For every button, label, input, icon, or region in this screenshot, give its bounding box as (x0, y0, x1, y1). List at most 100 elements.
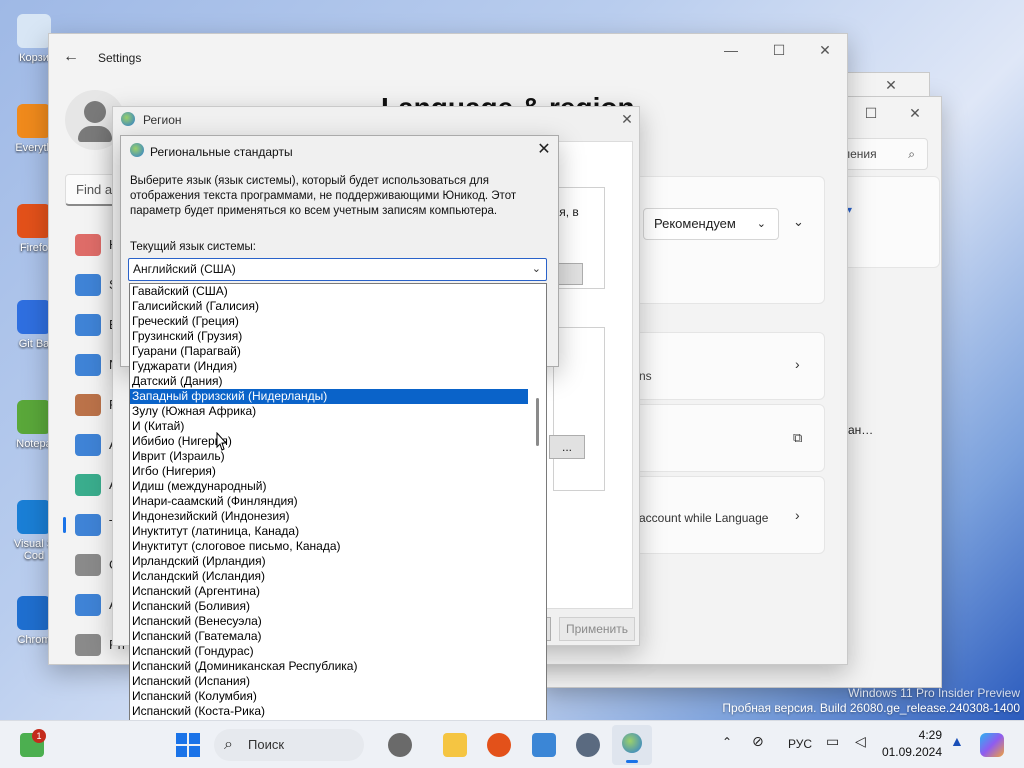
language-option[interactable]: Западный фризский (Нидерланды) (130, 389, 528, 404)
apply-label: Применить (565, 622, 628, 636)
region-app-icon[interactable] (612, 725, 652, 765)
nav-accounts-icon[interactable] (75, 474, 101, 496)
language-option[interactable]: Идиш (международный) (130, 479, 528, 494)
language-option[interactable]: Испанский (Испания) (130, 674, 528, 689)
expand-chevron-icon[interactable]: ⌄ (793, 214, 804, 230)
settings-gear-icon[interactable] (576, 733, 600, 757)
watermark-line1: Windows 11 Pro Insider Preview (848, 686, 1020, 700)
language-option[interactable]: Гуарани (Парагвай) (130, 344, 528, 359)
language-option[interactable]: Испанский (Доминиканская Республика) (130, 659, 528, 674)
nav-network-icon[interactable] (75, 354, 101, 376)
language-option[interactable]: Индонезийский (Индонезия) (130, 509, 528, 524)
language-option[interactable]: Зулу (Южная Африка) (130, 404, 528, 419)
gorilla-widget-icon[interactable] (388, 733, 412, 757)
clock-time: 4:29 (918, 728, 942, 742)
nav-gaming-icon[interactable] (75, 554, 101, 576)
watermark: Windows 11 Pro Insider Preview Пробная в… (722, 686, 1020, 716)
notification-bell-icon[interactable]: ▲ (950, 733, 964, 749)
globe-icon (121, 112, 135, 126)
language-option[interactable]: Испанский (Венесуэла) (130, 614, 528, 629)
language-option[interactable]: Гуджарати (Индия) (130, 359, 528, 374)
taskbar: 1 ⌕ Поиск ⌃ ⊘ РУС ▭ ◁ 4:29 01.09.2024 ▲ (0, 720, 1024, 768)
current-language-label: Текущий язык системы: (130, 241, 257, 253)
search-icon: ⌕ (908, 147, 915, 161)
language-listbox[interactable]: Гавайский (США) Галисийский (Галисия) Греч… (129, 283, 547, 733)
language-option[interactable]: Испанский (Гондурас) (130, 644, 528, 659)
globe-icon (130, 143, 144, 157)
system-language-select[interactable]: Английский (США) ⌄ (128, 258, 547, 281)
maximize-icon[interactable]: ☐ (859, 103, 883, 123)
language-option[interactable]: Испанский (Коста-Рика) (130, 704, 528, 719)
vscode-icon (17, 500, 51, 534)
recommended-dropdown[interactable]: Рекомендуем ⌄ (643, 208, 779, 240)
region-group-2 (553, 327, 605, 491)
minimize-icon[interactable]: — (719, 40, 743, 60)
language-option[interactable]: И (Китай) (130, 419, 528, 434)
scrollbar-thumb[interactable] (536, 398, 539, 446)
language-option[interactable]: Иврит (Израиль) (130, 449, 528, 464)
language-option[interactable]: Греческий (Греция) (130, 314, 528, 329)
language-option[interactable]: Ибибио (Нигерия) (130, 434, 528, 449)
language-option[interactable]: Испанский (Боливия) (130, 599, 528, 614)
nav-bluetooth-icon[interactable] (75, 314, 101, 336)
firefox-icon (17, 204, 51, 238)
close-icon[interactable]: ✕ (879, 75, 903, 95)
speaker-icon[interactable]: ◁ (855, 733, 866, 750)
close-icon[interactable]: ✕ (615, 109, 639, 129)
recycle-bin-icon (17, 14, 51, 48)
language-option[interactable]: Грузинский (Грузия) (130, 329, 528, 344)
recommended-label: Рекомендуем (654, 216, 736, 231)
language-option[interactable]: Испанский (Колумбия) (130, 689, 528, 704)
clock[interactable]: 4:29 01.09.2024 (876, 727, 942, 761)
taskbar-search-label: Поиск (248, 737, 285, 752)
language-indicator[interactable]: РУС (788, 737, 812, 751)
nav-apps-icon[interactable] (75, 434, 101, 456)
watermark-line2: Пробная версия. Build 26080.ge_release.2… (722, 701, 1020, 715)
language-option[interactable]: Инуктитут (латиница, Канада) (130, 524, 528, 539)
nav-personalization-icon[interactable] (75, 394, 101, 416)
language-option[interactable]: Инари-саамский (Финляндия) (130, 494, 528, 509)
nav-privacy-icon[interactable] (75, 634, 101, 656)
back-arrow-icon[interactable]: ← (63, 48, 79, 66)
chrome-icon (17, 596, 51, 630)
firefox-icon[interactable] (487, 733, 511, 757)
close-icon[interactable]: ✕ (532, 140, 556, 160)
apply-button[interactable]: Применить (559, 617, 635, 641)
chevron-right-icon: › (795, 507, 800, 523)
network-off-icon[interactable]: ⊘ (752, 733, 764, 750)
taskbar-search[interactable]: ⌕ Поиск (214, 729, 364, 761)
everything-search-icon (17, 104, 51, 138)
chevron-down-icon: ⌄ (531, 263, 541, 275)
control-panel-icon[interactable] (532, 733, 556, 757)
row-card-3-text: account while Language (639, 511, 769, 525)
nav-time-language-icon[interactable] (75, 514, 101, 536)
chevron-up-icon[interactable]: ⌃ (722, 735, 732, 749)
language-option[interactable]: Игбо (Нигерия) (130, 464, 528, 479)
start-button[interactable] (176, 733, 200, 757)
close-icon[interactable]: ✕ (903, 103, 927, 123)
language-option[interactable]: Ирландский (Ирландия) (130, 554, 528, 569)
row-card-1[interactable] (609, 332, 825, 400)
language-option[interactable]: Галисийский (Галисия) (130, 299, 528, 314)
maximize-icon[interactable]: ☐ (767, 40, 791, 60)
row-card-1-text: ns (639, 369, 652, 383)
language-option[interactable]: Испанский (Аргентина) (130, 584, 528, 599)
copilot-icon[interactable] (980, 733, 1004, 757)
language-option[interactable]: Испанский (Гватемала) (130, 629, 528, 644)
language-option[interactable]: Гавайский (США) (130, 284, 528, 299)
file-explorer-icon[interactable] (443, 733, 467, 757)
nav-accessibility-icon[interactable] (75, 594, 101, 616)
nav-home-icon[interactable] (75, 234, 101, 256)
region-small-button[interactable] (557, 263, 583, 285)
display-icon[interactable]: ▭ (826, 733, 839, 750)
chevron-down-icon: ⌄ (756, 218, 766, 230)
nav-system-icon[interactable] (75, 274, 101, 296)
region-dots-button[interactable]: ... (549, 435, 585, 459)
language-option[interactable]: Инуктитут (слоговое письмо, Канада) (130, 539, 528, 554)
settings-title: Settings (98, 51, 142, 65)
close-icon[interactable]: ✕ (813, 40, 837, 60)
language-option[interactable]: Исландский (Исландия) (130, 569, 528, 584)
language-option[interactable]: Датский (Дания) (130, 374, 528, 389)
recommended-card (609, 176, 825, 304)
scrollbar[interactable] (528, 284, 546, 732)
